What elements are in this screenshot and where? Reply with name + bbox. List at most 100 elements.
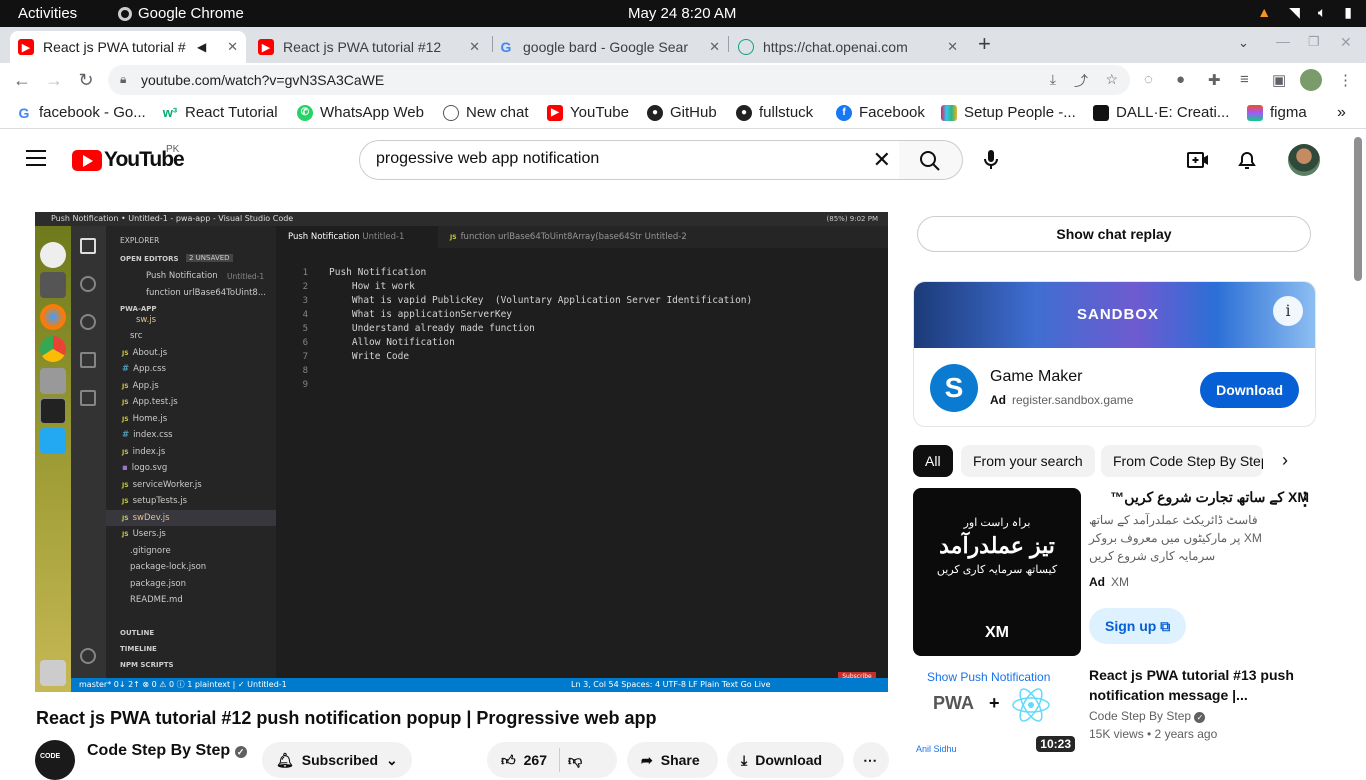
close-tab-icon[interactable]: ✕ (703, 39, 720, 55)
app-menu[interactable]: Google Chrome (118, 5, 244, 22)
dislike-button[interactable]: 👎︎ (568, 752, 582, 769)
promo-thumbnail[interactable]: براہ راست اور تیز عملدرآمد کیساتھ سرمایہ… (913, 488, 1081, 656)
search-input[interactable] (376, 150, 856, 168)
ad-card[interactable]: SANDBOX i S Game Maker Ad register.sandbo… (913, 281, 1316, 427)
more-actions-button[interactable]: ⋯ (853, 742, 889, 778)
tab-2[interactable]: ▶ React js PWA tutorial #12 ✕ (250, 31, 488, 63)
channel-name[interactable]: Code Step By Step ✓ (87, 742, 247, 760)
extensions-puzzle-icon[interactable]: ✚ (1208, 71, 1221, 89)
url-text: youtube.com/watch?v=gvN3SA3CaWE (141, 72, 385, 88)
verified-icon: ✓ (234, 746, 247, 758)
activities-button[interactable]: Activities (18, 5, 77, 22)
media-control-icon[interactable]: ≡ (1240, 71, 1249, 88)
create-button[interactable] (1186, 148, 1210, 177)
bookmark-item[interactable]: New chat (443, 104, 529, 121)
lock-icon[interactable]: 🔒︎ (120, 72, 126, 87)
reload-button[interactable]: ↻ (74, 69, 98, 93)
like-button[interactable]: 👍︎ (501, 752, 516, 769)
promo-title[interactable]: XM کے ساتھ تجارت شروع کریں™ (1089, 489, 1309, 506)
back-button[interactable]: ← (10, 69, 34, 93)
github-icon: ● (647, 104, 663, 121)
dock-icon (40, 272, 66, 298)
clear-search-icon[interactable]: ✕ (873, 147, 891, 173)
chip-from-your-search[interactable]: From your search (961, 445, 1095, 477)
account-avatar[interactable] (1288, 144, 1320, 176)
bookmark-item[interactable]: w³ React Tutorial (162, 104, 278, 121)
search-button[interactable] (899, 140, 963, 180)
bookmark-item[interactable]: ▶ YouTube (547, 104, 629, 121)
tab-1[interactable]: ▶ React js PWA tutorial # ◀︎ ✕ (10, 31, 246, 63)
download-button[interactable]: ⤓ Download (727, 742, 844, 778)
extension-loading-icon[interactable]: ◌ (1144, 71, 1153, 88)
more-options-icon[interactable]: ⋮ (1296, 489, 1314, 510)
bookmark-star-icon[interactable]: ☆ (1105, 71, 1118, 88)
bell-icon (1238, 152, 1256, 169)
bookmark-item[interactable]: Gfacebook - Go... (16, 104, 146, 121)
chrome-menu-icon[interactable]: ⋮ (1338, 71, 1353, 89)
share-button[interactable]: ➦ Share (627, 742, 718, 778)
dock-icon (40, 336, 66, 362)
tab-4[interactable]: https://chat.openai.com ✕ (730, 31, 966, 63)
maximize-button[interactable]: ❐ (1308, 34, 1320, 50)
audio-icon[interactable]: ◀︎ (197, 40, 206, 54)
forward-button[interactable]: → (42, 69, 66, 93)
dalle-icon (1093, 104, 1109, 121)
ad-title[interactable]: Game Maker (990, 368, 1082, 386)
address-bar[interactable]: 🔒︎ youtube.com/watch?v=gvN3SA3CaWE ⤓ ⤴ ☆ (108, 65, 1130, 95)
extension-icon[interactable]: ● (1176, 71, 1185, 88)
bookmark-item[interactable]: Setup People -... (941, 104, 1076, 121)
signup-button[interactable]: Sign up ⧉ (1089, 608, 1187, 644)
ad-download-button[interactable]: Download (1200, 372, 1299, 408)
related-video-thumbnail[interactable]: Show Push Notification PWA + Anil Sidhu … (913, 665, 1081, 759)
page-scrollbar[interactable] (1354, 137, 1362, 281)
bookmark-label: GitHub (670, 104, 717, 121)
more-bookmarks-icon[interactable]: » (1337, 104, 1346, 122)
vscode-editor: Push Notification Untitled-1 JS function … (276, 226, 888, 682)
channel-avatar[interactable]: CODE (35, 740, 75, 780)
chip-all[interactable]: All (913, 445, 953, 477)
new-tab-button[interactable]: + (978, 31, 991, 57)
bookmark-item[interactable]: DALL·E: Creati... (1093, 104, 1229, 121)
bookmark-item[interactable]: f Facebook (836, 104, 925, 121)
clock[interactable]: May 24 8:20 AM (628, 5, 736, 22)
close-tab-icon[interactable]: ✕ (941, 39, 958, 55)
voice-search-button[interactable] (980, 148, 1002, 177)
chip-from-channel[interactable]: From Code Step By Step (1101, 445, 1263, 477)
search-icon (80, 276, 96, 292)
ad-banner[interactable]: SANDBOX i (914, 282, 1315, 348)
system-tray[interactable]: ▲ ◥ 🔈︎ ▮ (1257, 4, 1352, 21)
file-item: About.js (132, 348, 168, 358)
tab-search-icon[interactable]: ⌄ (1238, 35, 1249, 51)
install-icon[interactable]: ⤓ (1050, 71, 1056, 88)
subscribed-button[interactable]: 🔔︎ Subscribed ⌄ (262, 742, 412, 778)
side-panel-icon[interactable]: ▣ (1272, 71, 1286, 89)
sandbox-logo[interactable]: S (930, 364, 978, 412)
bookmark-item[interactable]: ✆ WhatsApp Web (297, 104, 424, 121)
share-icon[interactable]: ⤴ (1074, 71, 1088, 91)
bookmark-label: Facebook (859, 104, 925, 121)
thumb-caption: Show Push Notification (927, 670, 1051, 684)
chatgpt-icon (443, 104, 459, 121)
like-count[interactable]: 267 (524, 752, 547, 768)
promo-description: فاسٹ ڈائریکٹ عملدرآمد کے ساتھ XM پر مارک… (1089, 513, 1262, 563)
hamburger-menu-icon[interactable] (26, 150, 46, 171)
show-chat-replay-button[interactable]: Show chat replay (917, 216, 1311, 252)
bookmark-item[interactable]: ● GitHub (647, 104, 717, 121)
youtube-logo[interactable]: YouTube PK (72, 144, 185, 172)
bookmark-item[interactable]: ● fullstuck (736, 104, 813, 121)
video-player[interactable]: Push Notification • Untitled-1 - pwa-app… (35, 212, 888, 692)
tab-3[interactable]: G google bard - Google Sear ✕ (490, 31, 728, 63)
close-window-button[interactable]: ✕ (1340, 34, 1352, 51)
profile-avatar[interactable] (1300, 69, 1322, 91)
info-icon[interactable]: i (1273, 296, 1303, 326)
notifications-button[interactable] (1235, 148, 1259, 177)
close-tab-icon[interactable]: ✕ (221, 39, 238, 55)
file-item: Home.js (132, 414, 168, 424)
chevron-right-icon[interactable]: › (1282, 450, 1288, 471)
minimize-button[interactable]: — (1276, 33, 1290, 49)
close-tab-icon[interactable]: ✕ (463, 39, 480, 55)
file-item: package-lock.json (130, 562, 207, 572)
related-channel-name[interactable]: Code Step By Step ✓ (1089, 709, 1206, 723)
bookmark-item[interactable]: figma (1247, 104, 1307, 121)
related-video-title[interactable]: React js PWA tutorial #13 push notificat… (1089, 665, 1309, 705)
